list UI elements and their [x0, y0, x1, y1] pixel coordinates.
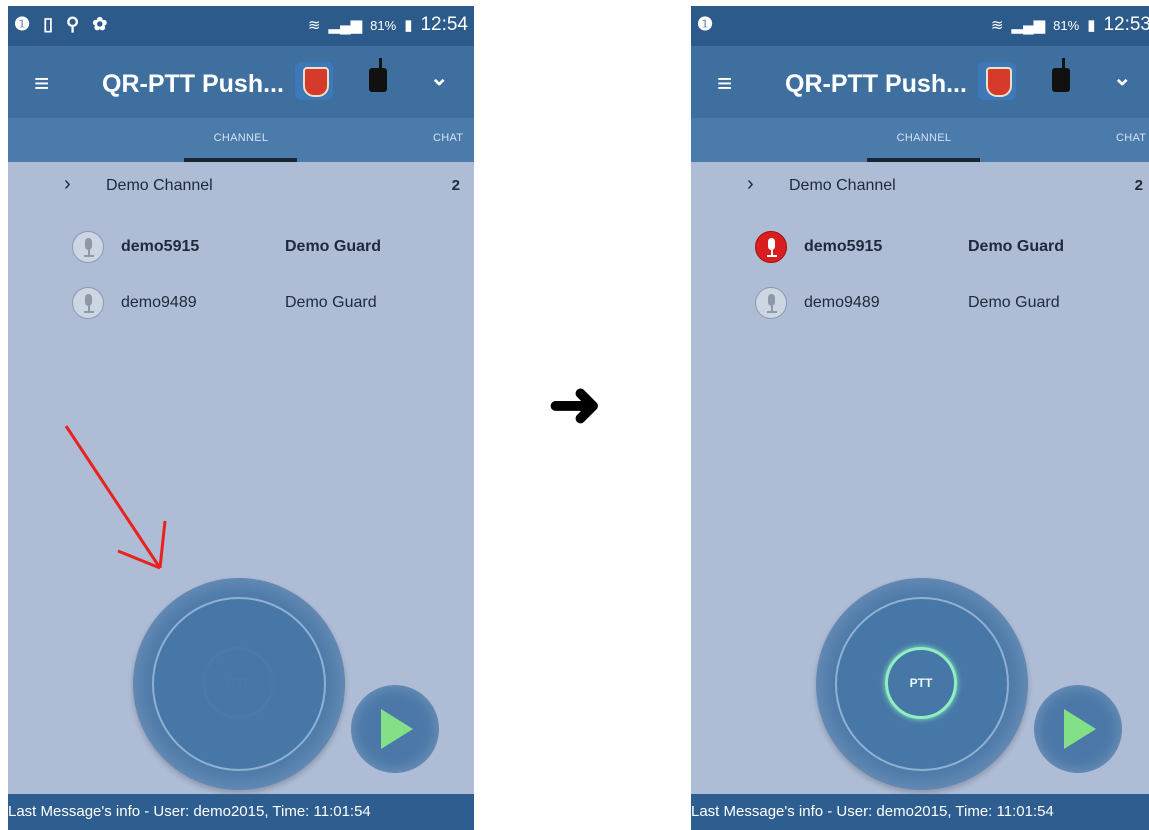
microphone-icon [755, 287, 787, 319]
last-message-info: Last Message's info - User: demo2015, Ti… [8, 794, 474, 830]
battery-percent: 81% [370, 17, 397, 33]
wifi-icon: ≋ [307, 17, 321, 34]
tab-chat[interactable]: CHAT [1116, 132, 1146, 144]
status-bar: ❶ ≋ ▂▄▆ 81% ▮ 12:53 [691, 6, 1149, 46]
user-row[interactable]: demo9489 Demo Guard [691, 285, 1149, 325]
microphone-speaking-icon [755, 231, 787, 263]
play-icon [381, 709, 413, 749]
shield-app-icon[interactable] [295, 62, 333, 100]
chevron-down-icon[interactable]: ⌄ [1113, 65, 1131, 91]
user-name: demo5915 [804, 238, 883, 255]
app-bar: ≡ QR-PTT Push... ⌄ [691, 46, 1149, 118]
ptt-button[interactable]: PTT [133, 578, 345, 790]
transition-arrow-icon: ➜ [548, 368, 602, 440]
member-count: 2 [451, 177, 460, 194]
hamburger-menu-icon[interactable]: ≡ [717, 68, 732, 99]
clock: 12:53 [1103, 14, 1149, 35]
channel-name: Demo Channel [789, 177, 896, 194]
shield-app-icon[interactable] [978, 62, 1016, 100]
signal-icon: ▂▄▆ [328, 17, 363, 34]
tab-channel[interactable]: CHANNEL [185, 132, 297, 144]
play-icon [1064, 709, 1096, 749]
channel-row[interactable]: › Demo Channel 2 [691, 171, 1149, 203]
app-title: QR-PTT Push... [102, 70, 284, 98]
ptt-label: PTT [885, 647, 957, 719]
battery-percent: 81% [1053, 17, 1080, 33]
battery-icon: ▮ [1087, 17, 1096, 34]
ptt-ring: PTT [152, 597, 326, 771]
phone-screen-after: ❶ ≋ ▂▄▆ 81% ▮ 12:53 ≡ QR-PTT Push... ⌄ C… [691, 6, 1149, 830]
signal-icon: ▂▄▆ [1011, 17, 1046, 34]
user-role: Demo Guard [285, 294, 377, 311]
app-title: QR-PTT Push... [785, 70, 967, 98]
microphone-icon [72, 231, 104, 263]
app-bar: ≡ QR-PTT Push... ⌄ [8, 46, 474, 118]
tab-indicator [867, 158, 980, 162]
user-role: Demo Guard [968, 294, 1060, 311]
microphone-icon [72, 287, 104, 319]
user-row[interactable]: demo9489 Demo Guard [8, 285, 474, 325]
user-role: Demo Guard [285, 238, 382, 255]
wifi-icon: ≋ [990, 17, 1004, 34]
user-row[interactable]: demo5915 Demo Guard [8, 229, 474, 269]
tab-channel[interactable]: CHANNEL [868, 132, 980, 144]
tab-bar: CHANNEL CHAT [691, 118, 1149, 162]
chevron-down-icon[interactable]: ⌄ [430, 65, 448, 91]
ptt-button[interactable]: PTT [816, 578, 1028, 790]
status-bar: ❶ ▯ ⚲ ✿ ≋ ▂▄▆ 81% ▮ 12:54 [8, 6, 474, 46]
expand-arrow-icon[interactable]: › [64, 173, 71, 196]
walkie-talkie-icon[interactable] [1052, 58, 1070, 92]
play-button[interactable] [351, 685, 439, 773]
expand-arrow-icon[interactable]: › [747, 173, 754, 196]
ptt-ring: PTT [835, 597, 1009, 771]
battery-icon: ▮ [404, 17, 413, 34]
channel-row[interactable]: › Demo Channel 2 [8, 171, 474, 203]
phone-screen-before: ❶ ▯ ⚲ ✿ ≋ ▂▄▆ 81% ▮ 12:54 ≡ QR-PTT Push.… [8, 6, 474, 830]
member-count: 2 [1134, 177, 1143, 194]
clock: 12:54 [420, 14, 468, 35]
play-button[interactable] [1034, 685, 1122, 773]
user-row[interactable]: demo5915 Demo Guard [691, 229, 1149, 269]
tab-bar: CHANNEL CHAT [8, 118, 474, 162]
notification-icons: ❶ ▯ ⚲ ✿ [14, 14, 112, 34]
user-name: demo5915 [121, 238, 200, 255]
hamburger-menu-icon[interactable]: ≡ [34, 68, 49, 99]
last-message-info: Last Message's info - User: demo2015, Ti… [691, 794, 1149, 830]
tab-indicator [184, 158, 297, 162]
notification-icons: ❶ [697, 14, 718, 34]
user-name: demo9489 [121, 294, 197, 311]
tab-chat[interactable]: CHAT [433, 132, 463, 144]
channel-name: Demo Channel [106, 177, 213, 194]
ptt-label: PTT [202, 647, 274, 719]
user-name: demo9489 [804, 294, 880, 311]
walkie-talkie-icon[interactable] [369, 58, 387, 92]
user-role: Demo Guard [968, 238, 1065, 255]
